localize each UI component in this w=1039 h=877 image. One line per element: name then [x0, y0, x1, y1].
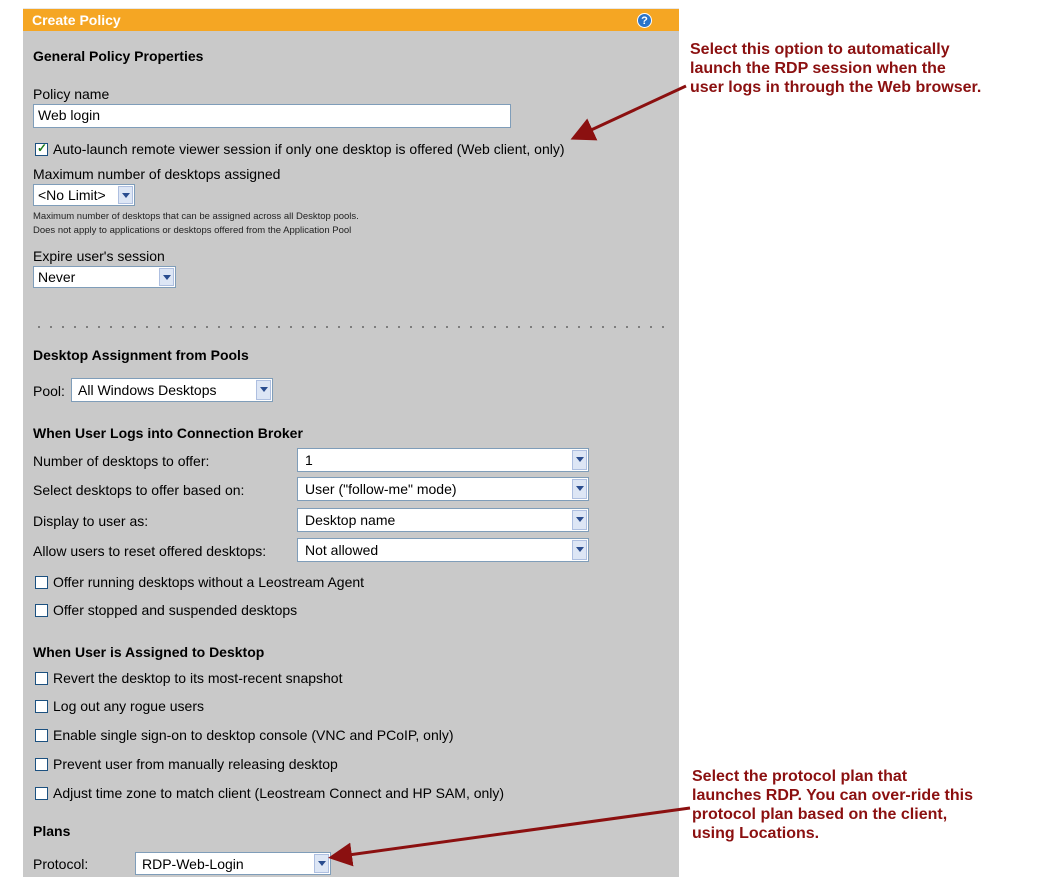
arrow-to-auto-launch [570, 84, 687, 141]
annotation-arrows [328, 84, 691, 867]
arrow-to-protocol [328, 806, 691, 867]
